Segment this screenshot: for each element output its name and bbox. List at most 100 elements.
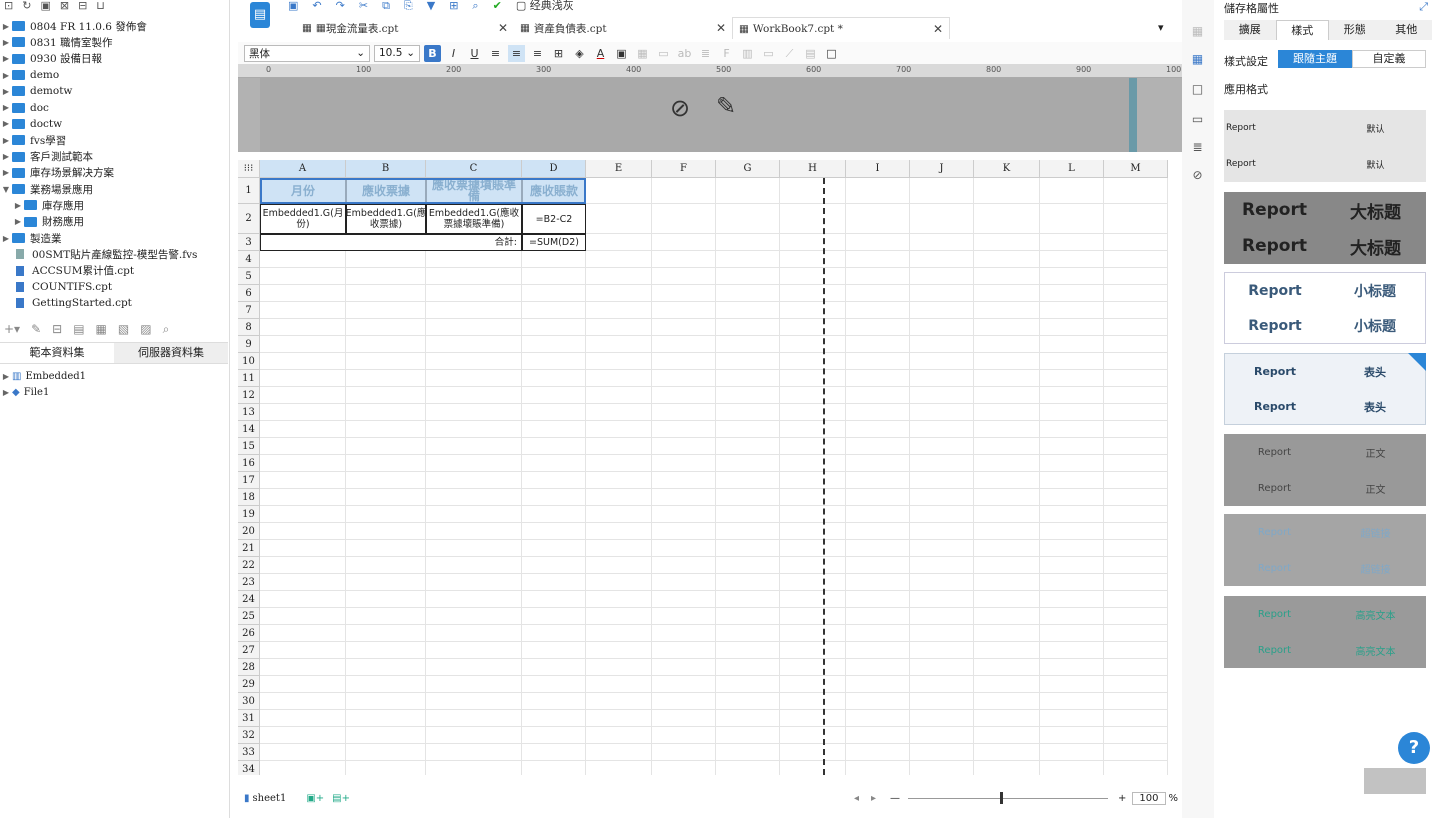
underline-button[interactable]: U <box>466 45 483 62</box>
close-icon[interactable]: ✕ <box>716 21 726 35</box>
check-icon[interactable]: ✔ <box>493 0 502 12</box>
add-icon[interactable]: +▾ <box>4 322 20 337</box>
cell-props-icon[interactable]: ▦ <box>1190 52 1205 67</box>
header-cell[interactable]: 月份 <box>260 178 346 204</box>
align-left-icon[interactable]: ≡ <box>487 45 504 62</box>
undo-icon[interactable]: ↶ <box>312 0 321 12</box>
open-folder-icon[interactable]: ▣ <box>40 0 50 14</box>
add-poly-sheet-icon[interactable]: ▤+ <box>332 793 350 804</box>
locate-icon[interactable]: ⊠ <box>60 0 69 14</box>
refresh-icon[interactable]: ↻ <box>22 0 31 14</box>
data-cell[interactable]: Embedded1.G(應收票據) <box>346 204 426 234</box>
zoom-out-button[interactable]: — <box>890 793 900 804</box>
widget-icon[interactable]: □ <box>1190 82 1205 97</box>
row-header[interactable]: 5 <box>238 268 260 285</box>
delete-icon[interactable]: ⊟ <box>78 0 87 14</box>
row-header[interactable]: 4 <box>238 251 260 268</box>
tab-workbook[interactable]: ▦ WorkBook7.cpt * ✕ <box>732 17 950 39</box>
column-header[interactable]: J <box>910 160 974 178</box>
image-icon[interactable]: ▭ <box>760 45 777 62</box>
column-header[interactable]: H <box>780 160 846 178</box>
style-tile-title[interactable]: Report 大标题 Report 大标题 <box>1224 192 1426 264</box>
row-header[interactable]: 34 <box>238 761 260 775</box>
table-icon[interactable]: ▦ <box>96 322 107 337</box>
row-header[interactable]: 10 <box>238 353 260 370</box>
row-header[interactable]: 15 <box>238 438 260 455</box>
text-icon[interactable]: ▭ <box>655 45 672 62</box>
italic-button[interactable]: I <box>445 45 462 62</box>
help-button[interactable]: ? <box>1398 732 1430 764</box>
expand-icon[interactable]: ⤢ <box>1419 0 1428 14</box>
row-header[interactable]: 27 <box>238 642 260 659</box>
follow-theme-button[interactable]: 跟隨主題 <box>1278 50 1352 68</box>
row-header[interactable]: 8 <box>238 319 260 336</box>
fill-color-icon[interactable]: ◈ <box>571 45 588 62</box>
lock-icon[interactable]: ⊔ <box>96 0 105 14</box>
redo-icon[interactable]: ↷ <box>336 0 345 12</box>
style-tile-default[interactable]: Report 默认 Report 默认 <box>1224 110 1426 182</box>
row-header[interactable]: 9 <box>238 336 260 353</box>
save-icon[interactable]: ▣ <box>288 0 298 12</box>
font-color-icon[interactable]: A <box>592 45 609 62</box>
theme-selector[interactable]: ▢ 经典浅灰 <box>516 0 574 12</box>
condition-icon[interactable]: ≣ <box>1190 140 1205 155</box>
row-header[interactable]: 30 <box>238 693 260 710</box>
tree-item[interactable]: ▶ demotw <box>0 83 228 99</box>
tab-server-dataset[interactable]: 伺服器資料集 <box>114 343 228 363</box>
chart-icon[interactable]: ▥ <box>739 45 756 62</box>
cut-icon[interactable]: ✂ <box>359 0 368 12</box>
row-header[interactable]: 21 <box>238 540 260 557</box>
align-right-icon[interactable]: ≡ <box>529 45 546 62</box>
row-header[interactable]: 28 <box>238 659 260 676</box>
copy-icon[interactable]: ⧉ <box>382 0 390 12</box>
tab-menu-icon[interactable]: ▾ <box>1158 21 1164 34</box>
style-tile-highlight[interactable]: Report 高亮文本 Report 高亮文本 <box>1224 596 1426 668</box>
row-header[interactable]: 25 <box>238 608 260 625</box>
tree-item[interactable]: ▶ 庫存场景解决方案 <box>0 165 228 181</box>
corner-handle[interactable]: ⁝⁝⁝ <box>238 160 260 178</box>
row-header[interactable]: 19 <box>238 506 260 523</box>
total-label-cell[interactable]: 合計: <box>260 234 522 251</box>
zoom-input[interactable]: 100 <box>1132 791 1166 805</box>
column-header[interactable]: A <box>260 160 346 178</box>
column-header[interactable]: M <box>1104 160 1168 178</box>
total-value-cell[interactable]: =SUM(D2) <box>522 234 586 251</box>
bold-button[interactable]: B <box>424 44 441 62</box>
spreadsheet-grid[interactable]: ⁝⁝⁝ A B C D E F G H I J K L M 1 2 3 4 5 6 7 8 9 10 11 12 13 14 15 16… <box>238 160 1168 775</box>
tree-item[interactable]: ▶ 0831 職情室製作 <box>0 34 228 50</box>
sheet-tab[interactable]: sheet1 <box>253 793 287 804</box>
video-controls[interactable] <box>1364 768 1426 794</box>
font-select[interactable]: 黑体 ⌄ <box>244 44 370 62</box>
row-header[interactable]: 20 <box>238 523 260 540</box>
add-sheet-icon[interactable]: ▣+ <box>306 793 324 804</box>
row-header[interactable]: 26 <box>238 625 260 642</box>
richtext-icon[interactable]: ≣ <box>697 45 714 62</box>
close-icon[interactable]: ✕ <box>933 22 943 36</box>
search-icon[interactable]: ⌕ <box>163 322 170 337</box>
zoom-handle[interactable] <box>1000 791 1004 804</box>
header-cell[interactable]: 應收賬款 <box>522 178 586 204</box>
tree-item[interactable]: GettingStarted.cpt <box>0 295 228 310</box>
edit-icon[interactable]: ✎ <box>716 92 736 120</box>
row-header[interactable]: 33 <box>238 744 260 761</box>
column-header[interactable]: B <box>346 160 426 178</box>
row-header[interactable]: 17 <box>238 472 260 489</box>
row-header[interactable]: 6 <box>238 285 260 302</box>
tree-item[interactable]: ▶ 客戶測試範本 <box>0 148 228 164</box>
tree-item[interactable]: ▶ doctw <box>0 116 228 132</box>
label-icon[interactable]: ab <box>676 45 693 62</box>
insert-cell-icon[interactable]: ▣ <box>613 45 630 62</box>
tree-item[interactable]: ▶ doc <box>0 99 228 115</box>
column-header[interactable]: D <box>522 160 586 178</box>
column-header[interactable]: K <box>974 160 1040 178</box>
subreport-icon[interactable]: ▤ <box>802 45 819 62</box>
tree-item[interactable]: ▼ 業務場景應用 <box>0 181 228 197</box>
zoom-in-button[interactable]: + <box>1118 793 1126 804</box>
style-tile-subtitle[interactable]: Report 小标题 Report 小标题 <box>1224 272 1426 344</box>
tab-balance[interactable]: ▦ 資產負債表.cpt ✕ <box>514 17 732 39</box>
style-tile-body[interactable]: Report 正文 Report 正文 <box>1224 434 1426 506</box>
float-icon[interactable]: □ <box>823 45 840 62</box>
preview-icon[interactable]: ▤ <box>73 322 84 337</box>
tree-item[interactable]: 00SMT貼片產線監控-模型告警.fvs <box>0 246 228 262</box>
slash-icon[interactable]: ⟋ <box>781 45 798 62</box>
